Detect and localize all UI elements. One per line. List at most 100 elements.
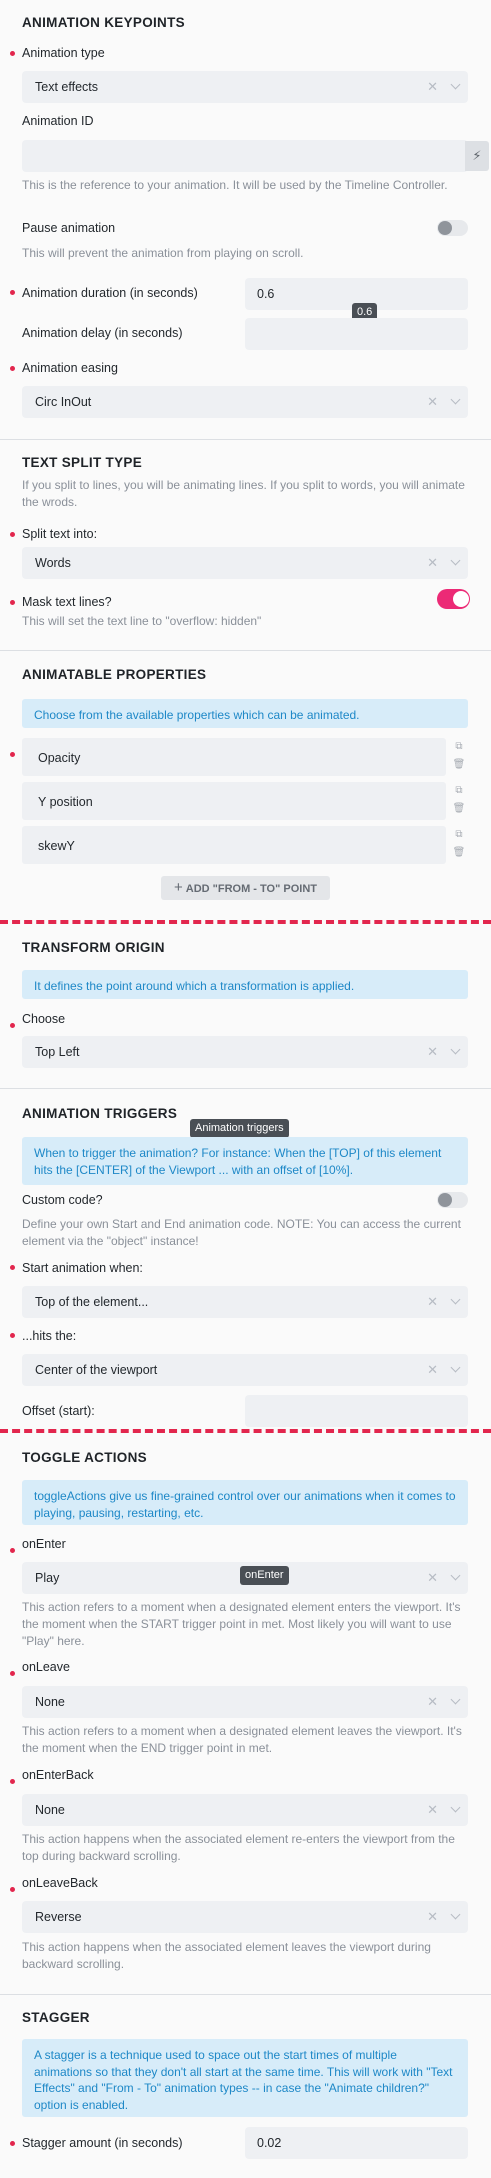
onleave-value: None [35, 1695, 65, 1709]
split-into-label: Split text into: [22, 527, 98, 541]
chevron-down-icon[interactable] [450, 79, 461, 90]
property-name: Opacity [38, 751, 81, 765]
section-title-toggle-actions: TOGGLE ACTIONS [22, 1450, 147, 1465]
property-item[interactable]: Opacity [22, 738, 446, 776]
stagger-amount-value: 0.02 [257, 2136, 282, 2150]
offset-start-input[interactable] [245, 1395, 468, 1427]
required-dot [10, 1333, 15, 1338]
split-into-select[interactable]: Words ✕ [22, 547, 468, 579]
pause-animation-label: Pause animation [22, 221, 116, 235]
property-item[interactable]: skewY [22, 826, 446, 864]
custom-code-label: Custom code? [22, 1193, 103, 1207]
chevron-down-icon[interactable] [450, 1362, 461, 1373]
required-dot [10, 600, 15, 605]
animation-type-select[interactable]: Text effects ✕ [22, 71, 468, 103]
close-icon[interactable]: ✕ [427, 1044, 438, 1060]
custom-code-toggle[interactable] [437, 1192, 468, 1208]
onleaveback-help: This action happens when the associated … [22, 1940, 431, 1971]
offset-start-label: Offset (start): [22, 1404, 95, 1418]
easing-label: Animation easing [22, 361, 118, 375]
chevron-down-icon[interactable] [450, 1694, 461, 1705]
required-dot [10, 1887, 15, 1892]
duration-value: 0.6 [257, 287, 275, 301]
stagger-info: A stagger is a technique used to space o… [22, 2039, 468, 2117]
chevron-down-icon[interactable] [450, 394, 461, 405]
section-separator [0, 1429, 491, 1433]
chevron-down-icon[interactable] [450, 1570, 461, 1581]
required-dot [10, 1671, 15, 1676]
onleave-help: This action refers to a moment when a de… [22, 1724, 462, 1755]
add-from-to-point-button[interactable]: + ADD "FROM - TO" POINT [161, 876, 330, 900]
split-help: If you split to lines, you will be anima… [22, 478, 465, 509]
triggers-info: When to trigger the animation? For insta… [22, 1137, 468, 1185]
copy-icon[interactable]: ⧉ [452, 738, 466, 756]
trash-icon[interactable]: 🗑 [452, 756, 466, 774]
required-dot [10, 1548, 15, 1553]
chevron-down-icon[interactable] [450, 1044, 461, 1055]
origin-choose-label: Choose [22, 1012, 66, 1026]
copy-icon[interactable]: ⧉ [452, 782, 466, 800]
property-name: skewY [38, 839, 75, 853]
chevron-down-icon[interactable] [450, 1294, 461, 1305]
start-when-select[interactable]: Top of the element... ✕ [22, 1286, 468, 1318]
close-icon[interactable]: ✕ [427, 1909, 438, 1925]
delay-input[interactable] [245, 318, 468, 350]
property-actions: ⧉ 🗑 [452, 826, 466, 862]
section-title-properties: ANIMATABLE PROPERTIES [22, 667, 207, 682]
section-title-triggers: ANIMATION TRIGGERS [22, 1106, 178, 1121]
close-icon[interactable]: ✕ [427, 1362, 438, 1378]
easing-select[interactable]: Circ InOut ✕ [22, 386, 468, 418]
close-icon[interactable]: ✕ [427, 555, 438, 571]
close-icon[interactable]: ✕ [427, 394, 438, 410]
mask-lines-label: Mask text lines? [22, 595, 112, 609]
chevron-down-icon[interactable] [450, 555, 461, 566]
animation-type-label: Animation type [22, 46, 105, 60]
onleave-select[interactable]: None ✕ [22, 1686, 468, 1718]
required-dot [10, 366, 15, 371]
copy-icon[interactable]: ⧉ [452, 826, 466, 844]
hits-the-value: Center of the viewport [35, 1363, 158, 1377]
required-dot [10, 290, 15, 295]
origin-select[interactable]: Top Left ✕ [22, 1036, 468, 1068]
onenterback-select[interactable]: None ✕ [22, 1794, 468, 1826]
trash-icon[interactable]: 🗑 [452, 800, 466, 818]
hits-the-select[interactable]: Center of the viewport ✕ [22, 1354, 468, 1386]
easing-value: Circ InOut [35, 395, 92, 409]
add-button-label: ADD "FROM - TO" POINT [185, 883, 317, 895]
plus-icon: + [174, 879, 183, 896]
section-title-keypoints: ANIMATION KEYPOINTS [22, 15, 185, 30]
required-dot [10, 1779, 15, 1784]
pause-animation-toggle[interactable] [437, 220, 468, 236]
chevron-down-icon[interactable] [450, 1909, 461, 1920]
onenter-value: Play [35, 1571, 60, 1585]
animation-id-input[interactable]: ⚡ [22, 140, 489, 172]
stagger-amount-input[interactable]: 0.02 [245, 2127, 468, 2159]
origin-info: It defines the point around which a tran… [22, 970, 468, 999]
stagger-amount-label: Stagger amount (in seconds) [22, 2136, 183, 2150]
bolt-icon[interactable]: ⚡ [465, 141, 489, 171]
onenter-help: This action refers to a moment when a de… [22, 1600, 461, 1648]
property-actions: ⧉ 🗑 [452, 782, 466, 818]
property-item[interactable]: Y position [22, 782, 446, 820]
close-icon[interactable]: ✕ [427, 79, 438, 95]
chevron-down-icon[interactable] [450, 1802, 461, 1813]
close-icon[interactable]: ✕ [427, 1294, 438, 1310]
section-title-split: TEXT SPLIT TYPE [22, 455, 143, 470]
mask-lines-help: This will set the text line to "overflow… [22, 614, 262, 628]
split-into-value: Words [35, 556, 71, 570]
onleave-label: onLeave [22, 1660, 70, 1674]
trash-icon[interactable]: 🗑 [452, 844, 466, 862]
close-icon[interactable]: ✕ [427, 1570, 438, 1586]
properties-info: Choose from the available properties whi… [22, 699, 468, 728]
property-name: Y position [38, 795, 93, 809]
animation-id-help: This is the reference to your animation.… [22, 178, 448, 192]
triggers-tooltip: Animation triggers [190, 1119, 289, 1138]
close-icon[interactable]: ✕ [427, 1694, 438, 1710]
mask-lines-toggle[interactable] [437, 589, 470, 609]
start-when-value: Top of the element... [35, 1295, 149, 1309]
onenterback-label: onEnterBack [22, 1768, 94, 1782]
section-divider [0, 439, 491, 440]
close-icon[interactable]: ✕ [427, 1802, 438, 1818]
hits-the-label: ...hits the: [22, 1329, 77, 1343]
onleaveback-select[interactable]: Reverse ✕ [22, 1901, 468, 1933]
